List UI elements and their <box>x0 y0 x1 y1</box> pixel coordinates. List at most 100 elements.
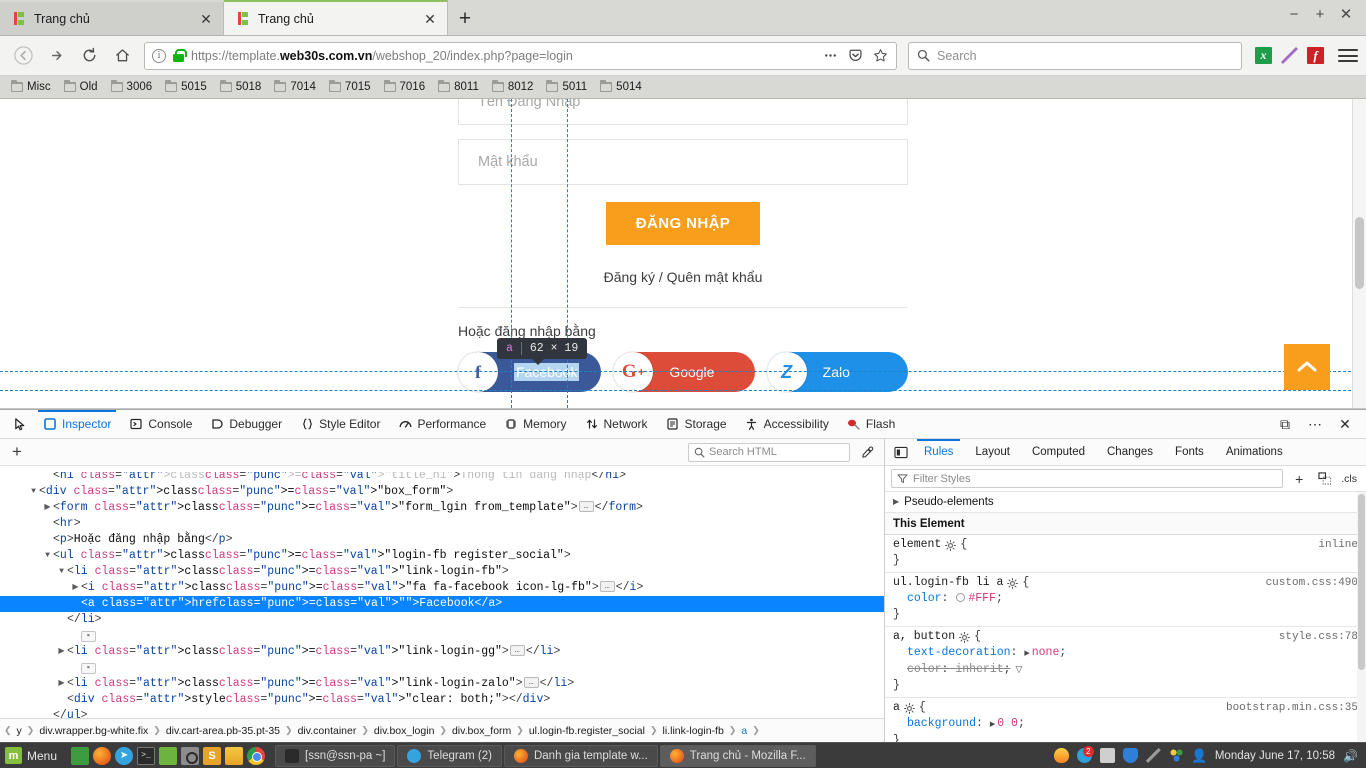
css-selector[interactable]: a, button <box>893 629 955 645</box>
taskbar-window-button[interactable]: Telegram (2) <box>397 744 502 767</box>
search-bar[interactable]: Search <box>908 41 1242 70</box>
breadcrumb-item[interactable]: div.box_form <box>448 724 515 738</box>
breadcrumb-scroll-left[interactable]: ❮ <box>4 725 12 736</box>
tab-close-icon[interactable]: ✕ <box>197 10 215 28</box>
breadcrumb-item[interactable]: div.cart-area.pb-35.pt-35 <box>162 724 284 738</box>
css-property[interactable]: color <box>907 592 942 605</box>
flash-extension-icon[interactable] <box>1307 47 1324 64</box>
tray-colors-icon[interactable] <box>1168 748 1184 763</box>
layout-tab[interactable]: Layout <box>964 439 1021 465</box>
google-login-button[interactable]: G + Google <box>613 352 755 392</box>
tab-network[interactable]: Network <box>576 410 657 438</box>
password-input[interactable]: Mật khẩu <box>458 139 908 185</box>
taskbar-window-button[interactable]: [ssn@ssn-pa ~] <box>275 744 396 767</box>
changes-tab[interactable]: Changes <box>1096 439 1164 465</box>
browser-tab-2[interactable]: Trang chủ ✕ <box>224 0 448 35</box>
markup-line[interactable]: ▶ <form class="attr">classclass="punc">=c… <box>0 500 884 516</box>
markup-line[interactable]: ▶ <i class="attr">classclass="punc">=clas… <box>0 580 884 596</box>
tab-storage[interactable]: Storage <box>657 410 736 438</box>
bookmark-folder[interactable]: 7016 <box>378 79 432 95</box>
markup-line[interactable]: ▼ <li class="attr">classclass="punc">=cla… <box>0 564 884 580</box>
css-property[interactable]: color <box>907 663 942 676</box>
page-scrollbar-thumb[interactable] <box>1355 217 1364 289</box>
browser-tab-1[interactable]: Trang chủ ✕ <box>0 2 224 35</box>
tray-pen-icon[interactable] <box>1145 748 1161 763</box>
css-source-link[interactable]: inline <box>1310 537 1358 553</box>
expand-triangle-icon[interactable]: ▶ <box>990 721 995 729</box>
sidebar-toggle-icon[interactable] <box>889 441 913 463</box>
clock[interactable]: Monday June 17, 10:58 <box>1215 750 1335 762</box>
new-tab-button[interactable]: + <box>448 2 482 35</box>
bookmark-folder[interactable]: 8012 <box>486 79 540 95</box>
rules-tab[interactable]: Rules <box>913 439 964 465</box>
breadcrumb-item[interactable]: y <box>13 724 26 738</box>
launcher-chrome-icon[interactable] <box>247 746 266 765</box>
markup-line[interactable]: ▼ <ul class="attr">classclass="punc">=cla… <box>0 548 884 564</box>
tab-inspector[interactable]: Inspector <box>34 410 120 438</box>
window-close-button[interactable]: ✕ <box>1334 3 1358 25</box>
search-html-input[interactable]: Search HTML <box>688 442 850 462</box>
dock-position-button[interactable]: ⧉ <box>1272 411 1298 437</box>
tab-console[interactable]: Console <box>120 410 201 438</box>
page-info-icon[interactable]: i <box>152 48 166 63</box>
login-button[interactable]: ĐĂNG NHẬP <box>605 202 761 245</box>
twisty-open-icon[interactable]: ▼ <box>42 548 53 564</box>
bookmark-folder[interactable]: Old <box>58 79 104 95</box>
markup-line[interactable]: ▶ <li class="attr">classclass="punc">=cla… <box>0 644 884 660</box>
devtools-more-button[interactable]: ⋯ <box>1302 411 1328 437</box>
css-value[interactable]: #FFF <box>968 592 996 605</box>
markup-line[interactable]: ▼ <div class="attr">classclass="punc">=cl… <box>0 484 884 500</box>
css-source-link[interactable]: bootstrap.min.css:35 <box>1218 700 1358 716</box>
launcher-firefox-icon[interactable] <box>93 746 112 765</box>
markup-line[interactable]: <p>Hoặc đăng nhập bằng</p> <box>0 532 884 548</box>
home-button[interactable] <box>107 41 138 71</box>
add-node-button[interactable]: + <box>6 442 28 462</box>
launcher-telegram-icon[interactable] <box>115 746 134 765</box>
css-source-link[interactable]: custom.css:490 <box>1258 575 1358 591</box>
breadcrumb-item[interactable]: div.wrapper.bg-white.fix <box>35 724 152 738</box>
tab-style-editor[interactable]: Style Editor <box>291 410 389 438</box>
bookmark-folder[interactable]: Misc <box>5 79 57 95</box>
tab-memory[interactable]: Memory <box>495 410 575 438</box>
markup-line[interactable]: ▪ <box>0 660 884 676</box>
taskbar-window-button[interactable]: Danh gia template w... <box>503 744 658 767</box>
tray-monitor-icon[interactable] <box>1099 748 1115 763</box>
css-value[interactable]: inherit <box>955 663 1003 676</box>
element-picker-icon[interactable] <box>6 411 34 437</box>
reload-button[interactable] <box>74 41 105 71</box>
markup-tree[interactable]: <h1 class="attr">classclass="punc">=clas… <box>0 466 884 718</box>
pocket-icon[interactable] <box>847 47 864 64</box>
launcher-sublime-icon[interactable] <box>203 746 222 765</box>
css-declaration[interactable]: color: #FFF; <box>885 591 1366 607</box>
tab-close-icon[interactable]: ✕ <box>421 10 439 28</box>
breadcrumb-scroll-right[interactable]: ❯ <box>752 725 760 736</box>
launcher-show-desktop-icon[interactable] <box>71 746 90 765</box>
bookmark-folder[interactable]: 5011 <box>540 79 593 95</box>
breadcrumb-item[interactable]: div.container <box>294 724 361 738</box>
markup-line-selected[interactable]: <a class="attr">hrefclass="punc">=class=… <box>0 596 884 612</box>
tab-flash[interactable]: Flash <box>838 410 904 438</box>
animations-tab[interactable]: Animations <box>1215 439 1294 465</box>
launcher-notes-icon[interactable] <box>225 746 244 765</box>
css-value[interactable]: none <box>1032 646 1060 659</box>
page-actions-icon[interactable] <box>822 47 839 64</box>
whitespace-node-badge[interactable]: ▪ <box>81 630 96 642</box>
url-bar[interactable]: i https://template.web30s.com.vn/webshop… <box>144 41 897 70</box>
excel-extension-icon[interactable] <box>1255 47 1272 64</box>
css-declaration[interactable]: text-decoration: ▶ none; <box>885 645 1366 662</box>
tray-user-icon[interactable]: 👤 <box>1191 748 1207 763</box>
scroll-to-top-button[interactable] <box>1284 344 1330 390</box>
bookmark-folder[interactable]: 7015 <box>323 79 377 95</box>
bookmark-folder[interactable]: 5018 <box>214 79 268 95</box>
google-label[interactable]: Google <box>653 364 714 380</box>
pseudo-elements-row[interactable]: ▶ Pseudo-elements <box>885 492 1366 513</box>
tab-debugger[interactable]: Debugger <box>201 410 291 438</box>
tray-shield-icon[interactable] <box>1122 748 1138 763</box>
css-source-link[interactable]: style.css:78 <box>1271 629 1358 645</box>
bookmark-folder[interactable]: 5015 <box>159 79 213 95</box>
launcher-files-icon[interactable] <box>159 746 178 765</box>
twisty-closed-icon[interactable]: ▶ <box>56 676 67 692</box>
bookmark-folder[interactable]: 3006 <box>105 79 159 95</box>
expand-triangle-icon[interactable]: ▶ <box>1024 650 1029 658</box>
window-minimize-button[interactable]: − <box>1282 3 1306 25</box>
